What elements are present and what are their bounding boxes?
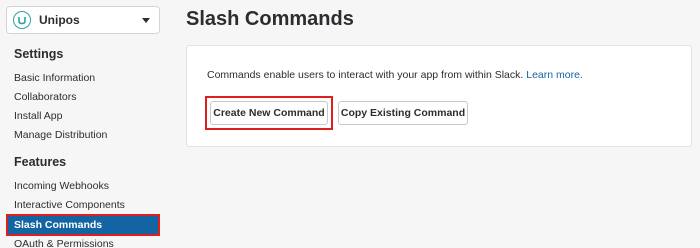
sidebar-item-incoming-webhooks[interactable]: Incoming Webhooks <box>14 178 109 194</box>
sidebar-item-collaborators[interactable]: Collaborators <box>14 89 76 105</box>
sidebar-item-install-app[interactable]: Install App <box>14 108 62 124</box>
app-name: Unipos <box>39 13 80 27</box>
slash-commands-card: Commands enable users to interact with y… <box>186 45 692 147</box>
sidebar-item-oauth-permissions[interactable]: OAuth & Permissions <box>14 236 114 248</box>
sidebar-item-basic-information[interactable]: Basic Information <box>14 70 95 86</box>
sidebar-item-interactive-components[interactable]: Interactive Components <box>14 197 125 213</box>
copy-existing-command-button[interactable]: Copy Existing Command <box>338 101 468 125</box>
app-selector[interactable]: Unipos <box>6 6 160 34</box>
unipos-logo-icon <box>13 11 31 29</box>
sidebar: Unipos Settings Basic Information Collab… <box>0 0 170 248</box>
features-heading: Features <box>14 155 67 169</box>
learn-more-link[interactable]: Learn more. <box>526 69 583 81</box>
page-title: Slash Commands <box>186 8 354 30</box>
description-text: Commands enable users to interact with y… <box>207 69 524 81</box>
card-description: Commands enable users to interact with y… <box>207 69 583 81</box>
chevron-down-icon <box>142 18 150 23</box>
sidebar-item-manage-distribution[interactable]: Manage Distribution <box>14 127 107 143</box>
settings-heading: Settings <box>14 47 64 61</box>
create-new-command-button[interactable]: Create New Command <box>210 101 328 125</box>
sidebar-item-slash-commands[interactable]: Slash Commands <box>6 214 160 236</box>
